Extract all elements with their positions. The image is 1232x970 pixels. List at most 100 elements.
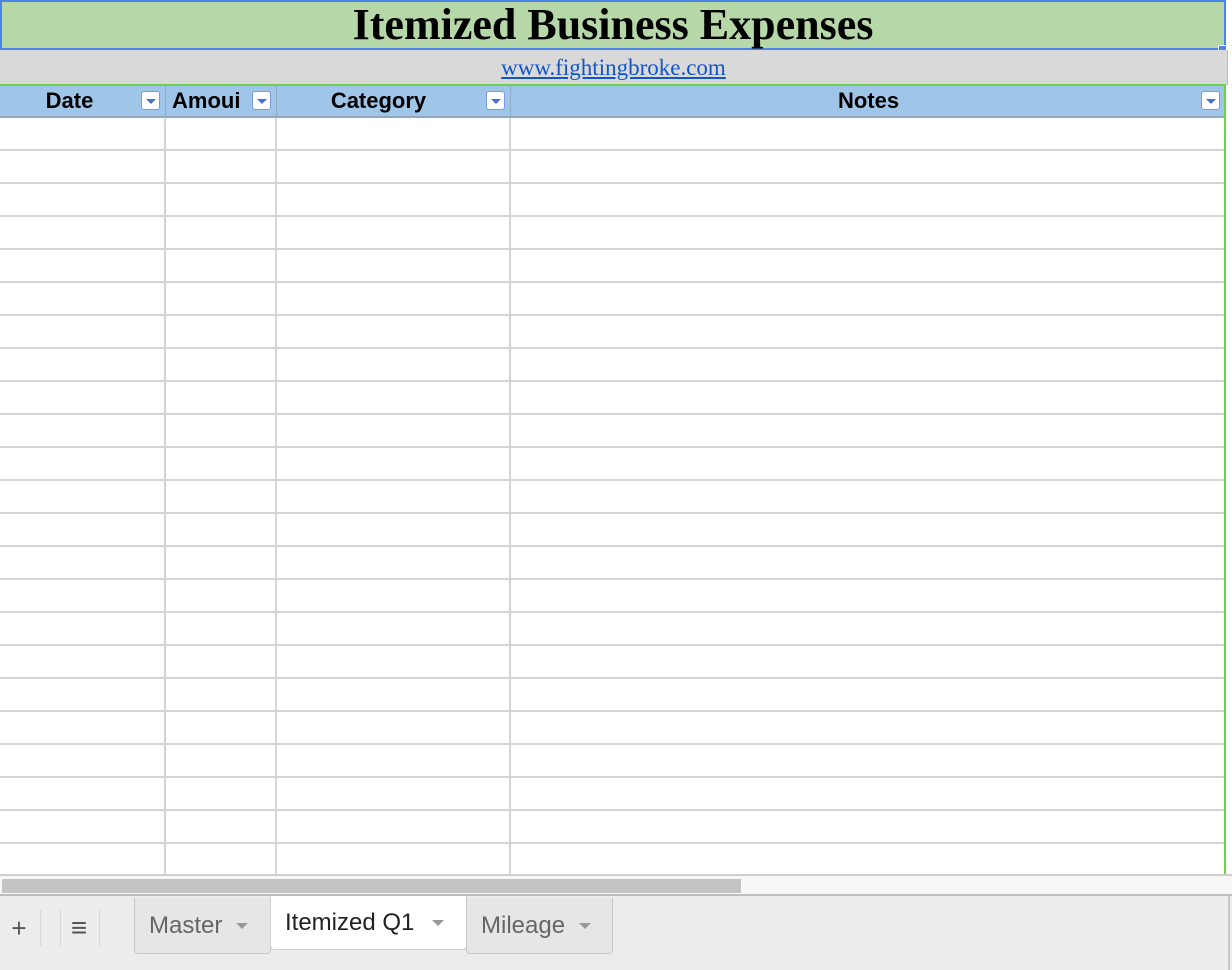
- cell-date[interactable]: [0, 250, 166, 283]
- cell-notes[interactable]: [511, 250, 1226, 283]
- cell-date[interactable]: [0, 514, 166, 547]
- cell-date[interactable]: [0, 217, 166, 250]
- cell-notes[interactable]: [511, 514, 1226, 547]
- cell-category[interactable]: [277, 283, 511, 316]
- cell-amount[interactable]: [166, 448, 277, 481]
- cell-category[interactable]: [277, 448, 511, 481]
- cell-category[interactable]: [277, 349, 511, 382]
- cell-amount[interactable]: [166, 481, 277, 514]
- cell-notes[interactable]: [511, 613, 1226, 646]
- cell-category[interactable]: [277, 844, 511, 875]
- cell-category[interactable]: [277, 580, 511, 613]
- tab-itemized-q1[interactable]: Itemized Q1: [270, 896, 467, 950]
- cell-date[interactable]: [0, 283, 166, 316]
- add-sheet-icon[interactable]: +: [4, 910, 34, 946]
- cell-amount[interactable]: [166, 646, 277, 679]
- cell-category[interactable]: [277, 679, 511, 712]
- cell-notes[interactable]: [511, 184, 1226, 217]
- column-header-notes[interactable]: Notes: [511, 86, 1226, 116]
- cell-category[interactable]: [277, 184, 511, 217]
- all-sheets-list-icon[interactable]: ≡: [64, 910, 94, 946]
- cell-amount[interactable]: [166, 283, 277, 316]
- column-header-category[interactable]: Category: [277, 86, 511, 116]
- filter-dropdown-icon[interactable]: [486, 91, 505, 110]
- filter-dropdown-icon[interactable]: [252, 91, 271, 110]
- cell-notes[interactable]: [511, 382, 1226, 415]
- cell-category[interactable]: [277, 778, 511, 811]
- cell-date[interactable]: [0, 679, 166, 712]
- cell-date[interactable]: [0, 844, 166, 875]
- cell-amount[interactable]: [166, 679, 277, 712]
- cell-amount[interactable]: [166, 316, 277, 349]
- cell-amount[interactable]: [166, 151, 277, 184]
- cell-amount[interactable]: [166, 778, 277, 811]
- cell-amount[interactable]: [166, 613, 277, 646]
- cell-category[interactable]: [277, 316, 511, 349]
- cell-notes[interactable]: [511, 217, 1226, 250]
- cell-category[interactable]: [277, 811, 511, 844]
- cell-notes[interactable]: [511, 283, 1226, 316]
- cell-notes[interactable]: [511, 316, 1226, 349]
- cell-date[interactable]: [0, 481, 166, 514]
- cell-amount[interactable]: [166, 712, 277, 745]
- cell-amount[interactable]: [166, 250, 277, 283]
- cell-notes[interactable]: [511, 679, 1226, 712]
- cell-date[interactable]: [0, 382, 166, 415]
- cell-notes[interactable]: [511, 844, 1226, 875]
- cell-date[interactable]: [0, 712, 166, 745]
- cell-notes[interactable]: [511, 646, 1226, 679]
- cell-amount[interactable]: [166, 745, 277, 778]
- tab-menu-caret-icon[interactable]: [432, 919, 445, 926]
- cell-category[interactable]: [277, 151, 511, 184]
- cell-date[interactable]: [0, 778, 166, 811]
- cell-amount[interactable]: [166, 580, 277, 613]
- cell-date[interactable]: [0, 580, 166, 613]
- cell-date[interactable]: [0, 613, 166, 646]
- cell-date[interactable]: [0, 415, 166, 448]
- cell-amount[interactable]: [166, 217, 277, 250]
- cell-notes[interactable]: [511, 118, 1226, 151]
- cell-category[interactable]: [277, 217, 511, 250]
- tab-menu-caret-icon[interactable]: [579, 922, 592, 929]
- data-grid[interactable]: [0, 118, 1226, 875]
- cell-date[interactable]: [0, 547, 166, 580]
- cell-notes[interactable]: [511, 745, 1226, 778]
- cell-category[interactable]: [277, 712, 511, 745]
- cell-amount[interactable]: [166, 547, 277, 580]
- cell-amount[interactable]: [166, 844, 277, 875]
- horizontal-scrollbar[interactable]: [0, 874, 1232, 896]
- cell-date[interactable]: [0, 745, 166, 778]
- cell-notes[interactable]: [511, 811, 1226, 844]
- cell-date[interactable]: [0, 316, 166, 349]
- cell-amount[interactable]: [166, 811, 277, 844]
- cell-category[interactable]: [277, 613, 511, 646]
- cell-category[interactable]: [277, 382, 511, 415]
- cell-notes[interactable]: [511, 151, 1226, 184]
- cell-notes[interactable]: [511, 547, 1226, 580]
- cell-notes[interactable]: [511, 448, 1226, 481]
- cell-notes[interactable]: [511, 481, 1226, 514]
- cell-category[interactable]: [277, 547, 511, 580]
- cell-date[interactable]: [0, 811, 166, 844]
- cell-category[interactable]: [277, 646, 511, 679]
- tab-mileage[interactable]: Mileage: [466, 898, 613, 954]
- cell-amount[interactable]: [166, 382, 277, 415]
- filter-dropdown-icon[interactable]: [141, 91, 160, 110]
- cell-category[interactable]: [277, 481, 511, 514]
- scrollbar-thumb[interactable]: [2, 879, 741, 893]
- cell-notes[interactable]: [511, 580, 1226, 613]
- cell-date[interactable]: [0, 151, 166, 184]
- cell-notes[interactable]: [511, 415, 1226, 448]
- cell-amount[interactable]: [166, 415, 277, 448]
- cell-date[interactable]: [0, 349, 166, 382]
- cell-category[interactable]: [277, 118, 511, 151]
- cell-amount[interactable]: [166, 118, 277, 151]
- link-cell[interactable]: www.fightingbroke.com: [0, 50, 1228, 85]
- filter-dropdown-icon[interactable]: [1201, 91, 1220, 110]
- cell-date[interactable]: [0, 184, 166, 217]
- cell-amount[interactable]: [166, 349, 277, 382]
- cell-notes[interactable]: [511, 778, 1226, 811]
- cell-category[interactable]: [277, 745, 511, 778]
- tab-menu-caret-icon[interactable]: [236, 922, 249, 929]
- cell-date[interactable]: [0, 448, 166, 481]
